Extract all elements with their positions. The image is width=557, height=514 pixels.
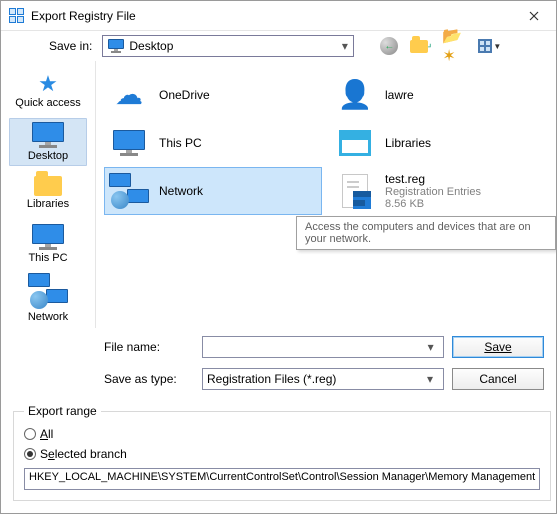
radio-all-row[interactable]: All bbox=[24, 424, 540, 444]
this-pc-icon bbox=[32, 224, 64, 250]
type-value: Registration Files (*.reg) bbox=[207, 372, 421, 386]
radio-selected-row[interactable]: Selected branch bbox=[24, 444, 540, 464]
item-label: Libraries bbox=[385, 136, 543, 150]
new-folder-button[interactable]: 📂✶ bbox=[442, 35, 464, 57]
place-desktop[interactable]: Desktop bbox=[9, 118, 87, 165]
this-pc-icon bbox=[113, 130, 145, 156]
cancel-button[interactable]: Cancel bbox=[452, 368, 544, 390]
place-this-pc[interactable]: This PC bbox=[9, 221, 87, 268]
back-icon: ← bbox=[380, 37, 398, 55]
item-user-folder[interactable]: 👤 lawre bbox=[330, 71, 548, 119]
topbar: Save in: Desktop ▾ ← ↵ 📂✶ ▼ bbox=[1, 31, 556, 61]
item-test-reg[interactable]: test.reg Registration Entries 8.56 KB bbox=[330, 167, 548, 215]
export-range-group: Export range All Selected branch HKEY_LO… bbox=[13, 404, 551, 501]
user-icon: 👤 bbox=[338, 81, 373, 109]
cloud-icon: ☁ bbox=[115, 81, 143, 109]
save-in-label: Save in: bbox=[49, 39, 92, 53]
place-label: Network bbox=[28, 311, 68, 323]
tooltip: Access the computers and devices that ar… bbox=[296, 216, 556, 250]
item-network[interactable]: Network bbox=[104, 167, 322, 215]
item-size: 8.56 KB bbox=[385, 198, 543, 210]
reg-file-icon bbox=[342, 174, 368, 208]
radio-all[interactable] bbox=[24, 428, 36, 440]
chevron-down-icon: ▾ bbox=[421, 372, 439, 386]
export-range-legend: Export range bbox=[24, 404, 101, 418]
save-button[interactable]: Save bbox=[452, 336, 544, 358]
network-icon bbox=[28, 273, 68, 309]
close-icon bbox=[529, 11, 539, 21]
desktop-icon bbox=[32, 122, 64, 148]
star-icon: ★ bbox=[38, 73, 58, 95]
save-in-value: Desktop bbox=[129, 39, 335, 53]
folder-up-icon: ↵ bbox=[410, 40, 432, 53]
place-label: This PC bbox=[28, 252, 67, 264]
export-registry-dialog: Export Registry File Save in: Desktop ▾ … bbox=[0, 0, 557, 514]
titlebar: Export Registry File bbox=[1, 1, 556, 31]
place-quick-access[interactable]: ★ Quick access bbox=[9, 67, 87, 114]
place-label: Desktop bbox=[28, 150, 68, 162]
network-icon bbox=[109, 173, 149, 209]
view-menu-button[interactable]: ▼ bbox=[474, 35, 504, 57]
desktop-icon bbox=[107, 39, 125, 53]
place-label: Quick access bbox=[15, 97, 80, 109]
places-bar: ★ Quick access Desktop Libraries This PC bbox=[1, 61, 96, 328]
branch-path-input[interactable]: HKEY_LOCAL_MACHINE\SYSTEM\CurrentControl… bbox=[24, 468, 540, 490]
save-in-combo[interactable]: Desktop ▾ bbox=[102, 35, 354, 57]
item-type: Registration Entries bbox=[385, 186, 543, 198]
item-label: This PC bbox=[159, 136, 317, 150]
new-folder-icon: 📂✶ bbox=[442, 26, 464, 66]
save-as-type-combo[interactable]: Registration Files (*.reg) ▾ bbox=[202, 368, 444, 390]
regedit-icon bbox=[9, 8, 25, 24]
file-name-label: File name: bbox=[104, 340, 194, 354]
window-title: Export Registry File bbox=[31, 9, 512, 23]
bottombar: File name: ▾ Save Save as type: Registra… bbox=[1, 328, 556, 400]
place-label: Libraries bbox=[27, 198, 69, 210]
back-button[interactable]: ← bbox=[378, 35, 400, 57]
file-name-field[interactable] bbox=[207, 337, 422, 357]
chevron-down-icon: ▾ bbox=[335, 39, 353, 53]
place-network[interactable]: Network bbox=[9, 272, 87, 324]
radio-selected-label: Selected branch bbox=[40, 447, 127, 461]
item-this-pc[interactable]: This PC bbox=[104, 119, 322, 167]
libraries-icon bbox=[339, 130, 371, 156]
cancel-label: Cancel bbox=[479, 372, 516, 386]
chevron-down-icon: ▼ bbox=[493, 42, 501, 51]
item-label: test.reg bbox=[385, 172, 543, 186]
radio-all-label: All bbox=[40, 427, 53, 441]
save-label: Save bbox=[484, 340, 511, 354]
item-label: OneDrive bbox=[159, 88, 317, 102]
view-icon bbox=[478, 39, 492, 53]
item-label: Network bbox=[159, 184, 317, 198]
place-libraries[interactable]: Libraries bbox=[9, 170, 87, 217]
item-label: lawre bbox=[385, 88, 543, 102]
radio-selected-branch[interactable] bbox=[24, 448, 36, 460]
chevron-down-icon: ▾ bbox=[422, 340, 439, 354]
file-list[interactable]: ☁ OneDrive This PC Network 👤 bbox=[96, 61, 556, 328]
close-button[interactable] bbox=[512, 1, 556, 30]
item-libraries[interactable]: Libraries bbox=[330, 119, 548, 167]
file-name-input[interactable]: ▾ bbox=[202, 336, 444, 358]
up-one-level-button[interactable]: ↵ bbox=[410, 35, 432, 57]
item-onedrive[interactable]: ☁ OneDrive bbox=[104, 71, 322, 119]
save-as-type-label: Save as type: bbox=[104, 372, 194, 386]
body: ★ Quick access Desktop Libraries This PC bbox=[1, 61, 556, 328]
libraries-icon bbox=[34, 176, 62, 196]
